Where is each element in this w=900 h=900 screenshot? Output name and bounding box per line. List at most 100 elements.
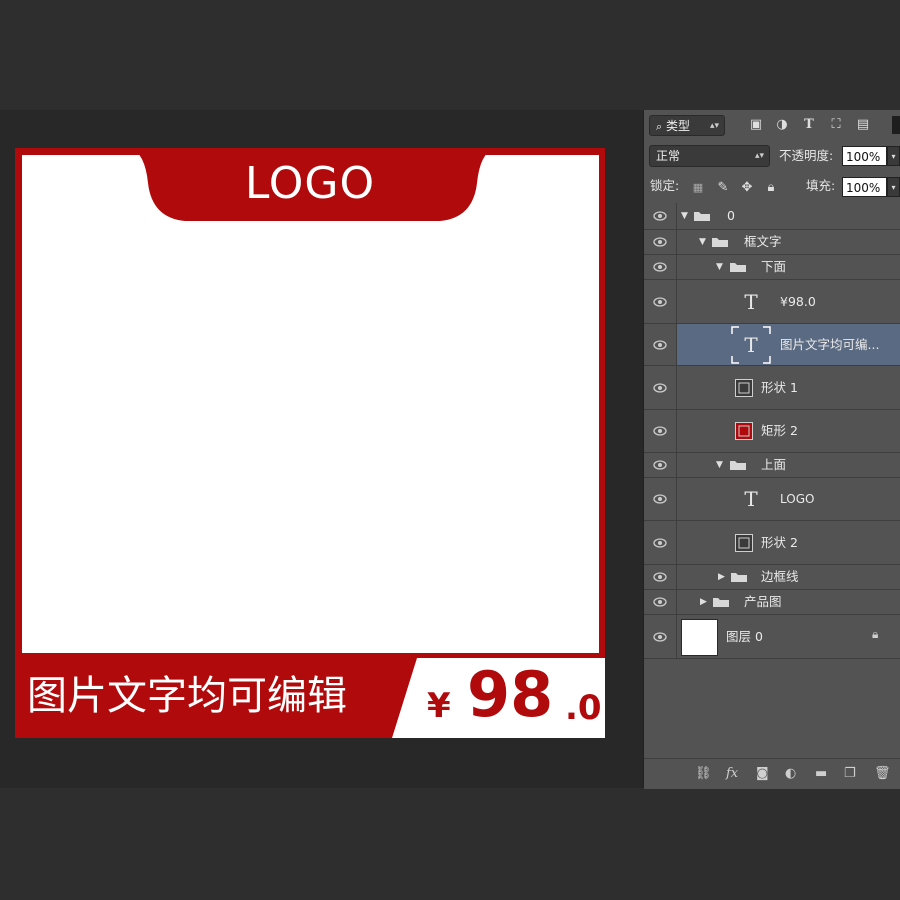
text-layer-icon: T	[744, 332, 758, 357]
layer-name: 形状 2	[761, 534, 798, 550]
link-icon[interactable]: ⛓	[695, 766, 712, 782]
expand-triangle-icon[interactable]: ▼	[716, 260, 723, 274]
folder-icon	[730, 263, 746, 272]
layer-shape-1[interactable]: 形状 1	[644, 366, 900, 410]
visibility-eye-icon[interactable]	[644, 203, 677, 229]
search-icon: ⌕	[656, 120, 663, 133]
text-layer-icon: T	[744, 487, 758, 511]
layer-name: 上面	[761, 457, 787, 472]
folder-icon	[731, 573, 747, 582]
shape-filter-icon[interactable]: ⛶	[828, 117, 844, 133]
smart-object-filter-icon[interactable]: ▤	[855, 117, 871, 133]
visibility-eye-icon[interactable]	[644, 324, 677, 365]
layer-text-logo[interactable]: T LOGO	[644, 478, 900, 521]
folder-icon	[730, 461, 746, 470]
layer-shape-2[interactable]: 形状 2	[644, 521, 900, 565]
expand-triangle-icon[interactable]: ▼	[699, 235, 706, 249]
visibility-eye-icon[interactable]	[644, 453, 677, 477]
fill-label: 填充:	[806, 178, 836, 193]
visibility-eye-icon[interactable]	[644, 521, 677, 564]
layers-panel: ⌕ 类型 ▴▾ ▣ ◑ T ⛶ ▤ 正常 ▴▾ 不透明度: 100% ▾ 锁定:…	[643, 110, 900, 789]
fill-dropdown[interactable]: ▾	[887, 177, 900, 197]
banner-text: 图片文字均可编辑	[27, 673, 347, 719]
layer-name: ¥98.0	[780, 293, 816, 309]
layer-background-0[interactable]: 图层 0 🔒︎	[644, 615, 900, 659]
layers-bottom-bar: ⛓ fx ◙ ◐ ▬ ❐ 🗑︎	[644, 758, 900, 789]
expand-triangle-icon[interactable]: ▼	[681, 209, 688, 223]
visibility-eye-icon[interactable]	[644, 410, 677, 452]
adjustment-icon[interactable]: ◐	[785, 766, 796, 782]
shape-layer-icon	[735, 533, 753, 552]
visibility-eye-icon[interactable]	[644, 255, 677, 279]
collapse-triangle-icon[interactable]: ▶	[718, 570, 725, 584]
layer-name: 图层 0	[726, 628, 763, 644]
price-decimal: .0	[565, 688, 602, 728]
price-currency: ¥	[427, 686, 451, 726]
layer-group-product[interactable]: ▶ 产品图	[644, 590, 900, 615]
layer-name: 框文字	[744, 234, 782, 249]
price-box-shape	[392, 658, 605, 738]
expand-triangle-icon[interactable]: ▼	[716, 458, 723, 472]
filter-toggle-switch[interactable]	[892, 116, 900, 134]
image-filter-icon[interactable]: ▣	[748, 117, 764, 133]
collapse-triangle-icon[interactable]: ▶	[700, 595, 707, 609]
layer-filter-label: 类型	[666, 119, 691, 133]
blend-mode-select[interactable]: 正常 ▴▾	[649, 145, 770, 167]
shape-layer-icon	[735, 422, 753, 440]
layer-name: 0	[727, 208, 735, 223]
opacity-label: 不透明度:	[779, 148, 834, 163]
layer-group-border[interactable]: ▶ 边框线	[644, 565, 900, 590]
lock-image-icon[interactable]: ✎	[715, 180, 731, 196]
opacity-dropdown[interactable]: ▾	[887, 146, 900, 166]
document-canvas[interactable]: LOGO 图片文字均可编辑 ¥ 98 .0	[15, 148, 605, 738]
shape-layer-icon	[735, 378, 753, 397]
folder-icon	[694, 212, 710, 221]
updown-arrows-icon: ▴▾	[709, 121, 719, 131]
layer-filter-select[interactable]: ⌕ 类型 ▴▾	[649, 115, 725, 136]
fx-icon[interactable]: fx	[726, 766, 738, 782]
layer-group-0[interactable]: ▼ 0	[644, 203, 900, 230]
layer-name: 矩形 2	[761, 423, 798, 438]
layer-text-banner[interactable]: T 图片文字均可编...	[644, 324, 900, 366]
text-layer-icon: T	[744, 289, 758, 314]
layer-name: 下面	[761, 259, 787, 274]
layer-rectangle-2[interactable]: 矩形 2	[644, 410, 900, 453]
visibility-eye-icon[interactable]	[644, 478, 677, 520]
layer-filter-row: ⌕ 类型 ▴▾ ▣ ◑ T ⛶ ▤	[644, 110, 900, 142]
mask-icon[interactable]: ◙	[756, 766, 769, 782]
visibility-eye-icon[interactable]	[644, 590, 677, 614]
layer-name: 图片文字均可编...	[780, 336, 880, 352]
lock-row: 锁定: ▦ ✎ ✥ 🔒︎ 填充: 100% ▾	[644, 172, 900, 204]
lock-position-icon[interactable]: ✥	[739, 180, 755, 196]
layer-name: LOGO	[780, 492, 815, 506]
layer-group-top[interactable]: ▼ 上面	[644, 453, 900, 478]
layer-thumbnail	[681, 619, 718, 656]
trash-icon[interactable]: 🗑︎	[874, 766, 891, 782]
lock-label: 锁定:	[650, 178, 680, 193]
adjustment-filter-icon[interactable]: ◑	[774, 117, 790, 133]
updown-arrows-icon: ▴▾	[754, 151, 764, 161]
layer-group-frame-text[interactable]: ▼ 框文字	[644, 230, 900, 255]
blend-mode-value: 正常	[656, 149, 681, 163]
lock-icon: 🔒︎	[872, 627, 879, 641]
layer-name: 产品图	[744, 594, 782, 609]
layer-group-bottom[interactable]: ▼ 下面	[644, 255, 900, 280]
visibility-eye-icon[interactable]	[644, 615, 677, 658]
fill-input[interactable]: 100%	[842, 177, 887, 197]
price-main: 98	[467, 658, 554, 731]
visibility-eye-icon[interactable]	[644, 565, 677, 589]
opacity-input[interactable]: 100%	[842, 146, 887, 166]
visibility-eye-icon[interactable]	[644, 366, 677, 409]
lock-transparency-icon[interactable]: ▦	[690, 180, 706, 196]
layer-text-price[interactable]: T ¥98.0	[644, 280, 900, 324]
folder-icon	[712, 238, 728, 247]
folder-icon	[713, 598, 729, 607]
lock-all-icon[interactable]: 🔒︎	[763, 180, 779, 196]
layer-name: 边框线	[761, 569, 799, 584]
visibility-eye-icon[interactable]	[644, 280, 677, 323]
visibility-eye-icon[interactable]	[644, 230, 677, 254]
new-group-icon[interactable]: ▬	[815, 766, 827, 782]
blend-row: 正常 ▴▾ 不透明度: 100% ▾	[644, 141, 900, 173]
type-filter-icon[interactable]: T	[801, 117, 817, 133]
new-layer-icon[interactable]: ❐	[844, 766, 856, 782]
